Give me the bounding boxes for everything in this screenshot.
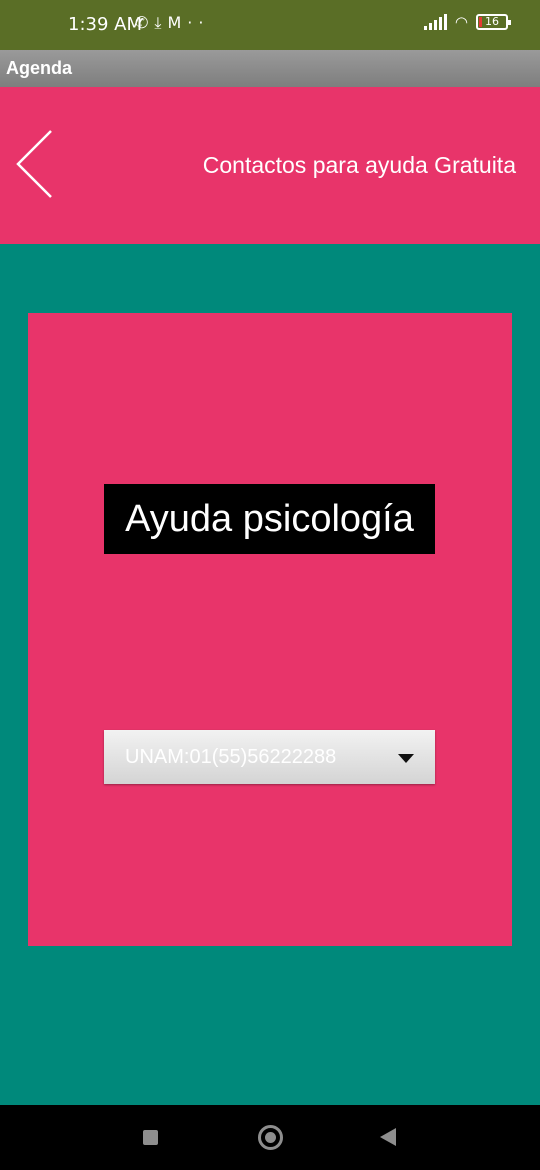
- contact-dropdown[interactable]: UNAM:01(55)56222288: [104, 730, 435, 784]
- content-card: [28, 313, 512, 946]
- back-icon[interactable]: [380, 1128, 396, 1146]
- app-titlebar: Agenda: [0, 50, 540, 87]
- download-icon: ⤓: [154, 13, 168, 32]
- app-title: Agenda: [6, 58, 73, 78]
- chevron-left-icon: [16, 130, 52, 198]
- chevron-down-icon: [398, 754, 414, 763]
- signal-icon: [423, 14, 447, 30]
- back-button[interactable]: [14, 128, 56, 200]
- notification-icons: ✆⤓M··: [135, 13, 209, 33]
- whatsapp-icon: ✆: [135, 13, 155, 32]
- battery-icon: 16: [476, 14, 511, 30]
- status-bar: 1:39 AM ✆⤓M·· ◠ 16: [0, 0, 540, 50]
- dropdown-selected-value: UNAM:01(55)56222288: [125, 746, 337, 768]
- wifi-icon: ◠: [454, 13, 468, 31]
- more-dots-icon: ··: [187, 13, 210, 32]
- gmail-icon: M: [167, 13, 188, 32]
- system-icons: ◠ 16: [423, 13, 511, 31]
- battery-level: 16: [485, 15, 499, 28]
- status-time: 1:39 AM: [68, 14, 142, 35]
- recents-icon[interactable]: [143, 1130, 158, 1145]
- home-icon[interactable]: [258, 1125, 283, 1150]
- page-title: Contactos para ayuda Gratuita: [202, 152, 516, 178]
- section-title: Ayuda psicología: [104, 484, 435, 554]
